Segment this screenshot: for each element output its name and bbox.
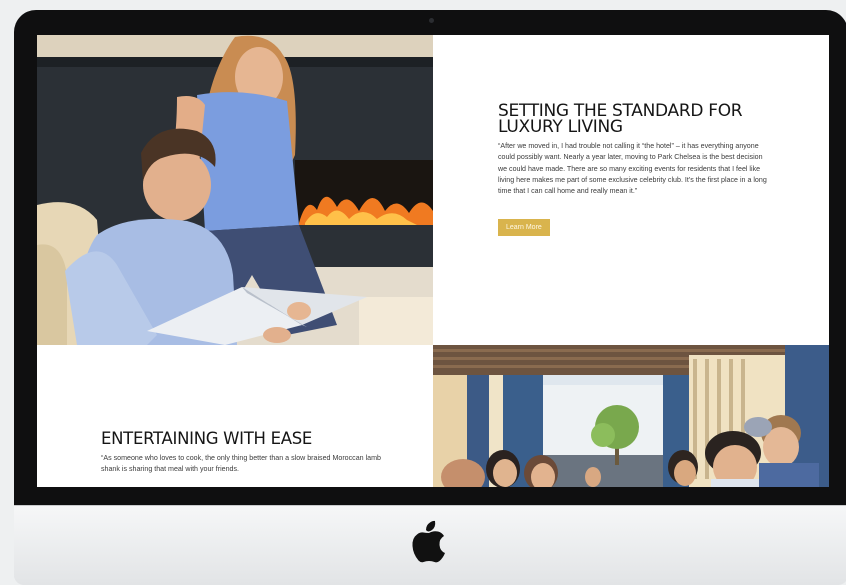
couple-photo (37, 35, 433, 345)
luxury-heading: SETTING THE STANDARD FOR LUXURY LIVING (498, 101, 743, 137)
ease-section: ENTERTAINING WITH EASE “As someone who l… (101, 430, 391, 476)
party-photo (433, 345, 829, 487)
luxury-section: SETTING THE STANDARD FOR LUXURY LIVING “… (498, 101, 768, 237)
ease-heading: ENTERTAINING WITH EASE (101, 429, 312, 448)
camera-icon (429, 18, 434, 23)
learn-more-button[interactable]: Learn More (498, 219, 550, 237)
luxury-quote: “After we moved in, I had trouble not ca… (498, 142, 767, 196)
ease-quote: “As someone who loves to cook, the only … (101, 454, 381, 474)
apple-logo-icon (412, 520, 445, 563)
website-screen: SETTING THE STANDARD FOR LUXURY LIVING “… (37, 35, 829, 487)
